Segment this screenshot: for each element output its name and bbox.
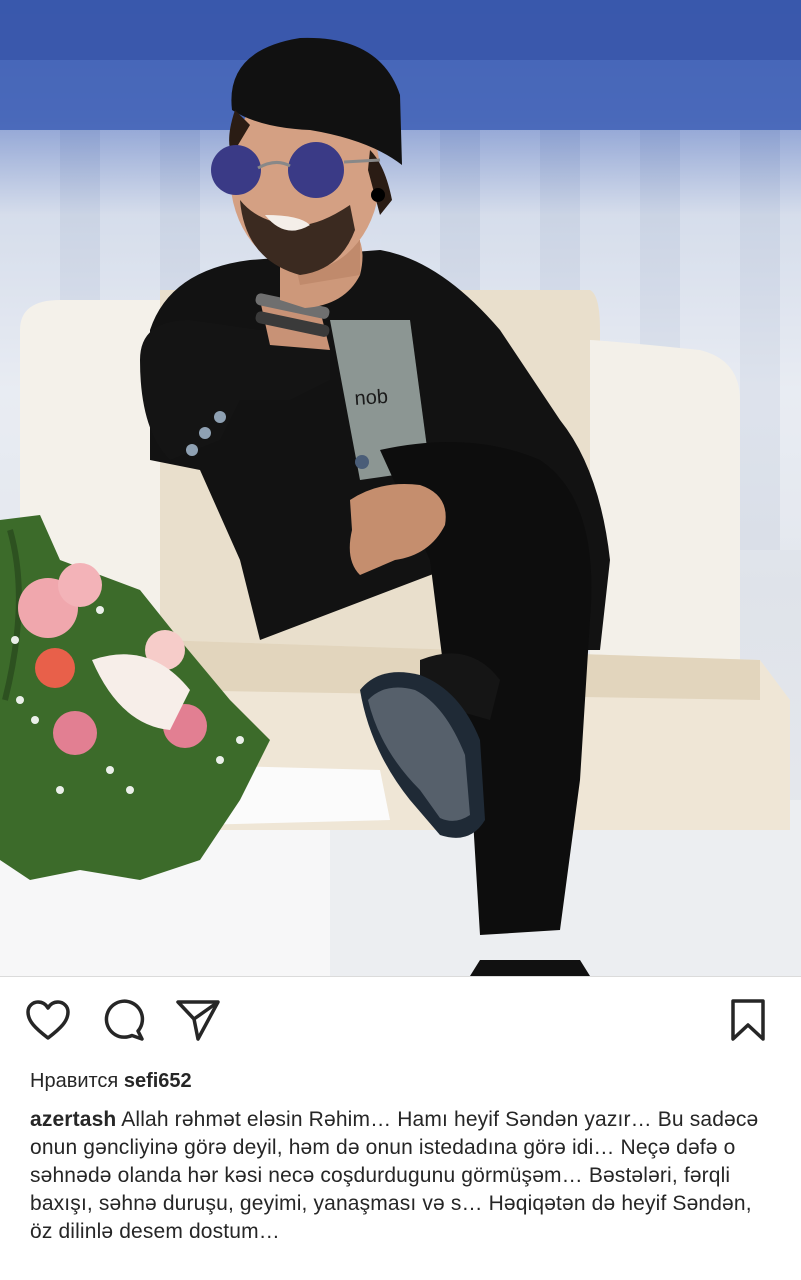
comment-button[interactable] xyxy=(100,994,148,1046)
caption-text: Allah rəhmət eləsin Rəhim… Hamı heyif Sə… xyxy=(30,1108,759,1243)
send-icon xyxy=(176,1000,220,1041)
heart-icon xyxy=(26,1000,70,1040)
post-caption: azertash Allah rəhmət eləsin Rəhim… Hamı… xyxy=(30,1106,778,1246)
post-actions xyxy=(0,994,801,1050)
save-button[interactable] xyxy=(724,994,772,1046)
photo-divider xyxy=(0,976,801,977)
comment-icon xyxy=(104,999,145,1041)
likes-prefix: Нравится xyxy=(30,1070,119,1092)
photo-illustration: nob xyxy=(0,0,801,976)
share-button[interactable] xyxy=(174,994,222,1046)
like-button[interactable] xyxy=(24,994,72,1046)
bookmark-icon xyxy=(731,999,765,1041)
post-photo[interactable]: nob xyxy=(0,0,801,976)
svg-text:nob: nob xyxy=(354,386,389,410)
liked-by-username[interactable]: sefi652 xyxy=(124,1070,192,1092)
likes-line: Нравится sefi652 xyxy=(30,1068,192,1094)
caption-username[interactable]: azertash xyxy=(30,1108,116,1131)
